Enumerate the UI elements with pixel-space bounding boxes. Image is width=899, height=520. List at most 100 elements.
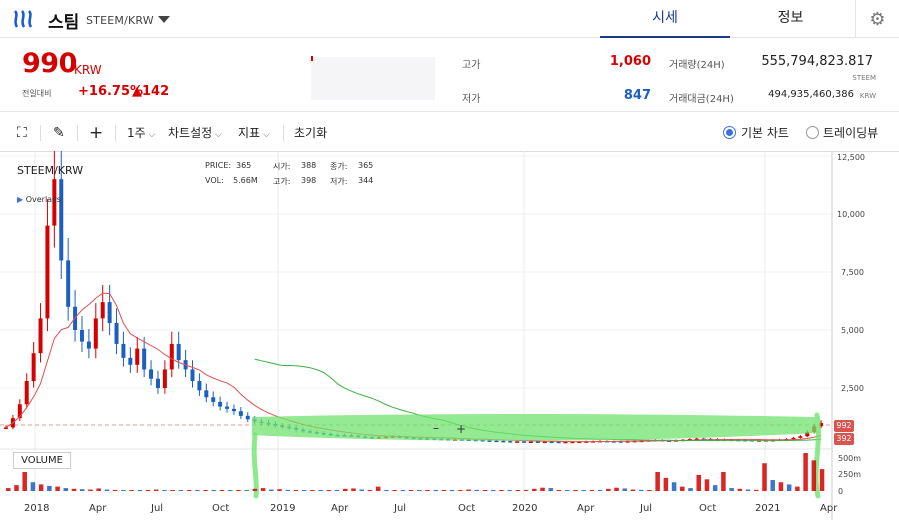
turnover-unit: KRW	[859, 92, 876, 100]
change-label: 전일대비	[22, 89, 52, 98]
volume-bar	[14, 485, 19, 491]
ohlc-close: 365	[358, 161, 374, 170]
fullscreen-icon[interactable]: ⛶	[17, 120, 27, 146]
gear-icon[interactable]: ⚙	[855, 0, 899, 38]
candle-body	[225, 406, 230, 409]
candle-body	[190, 369, 195, 382]
toolbar-divider	[77, 125, 78, 141]
x-tick-label: Jul	[151, 503, 164, 514]
overlays-toggle[interactable]: ▶ Overlays	[17, 195, 61, 204]
change-amount: ▲142	[132, 84, 170, 99]
indicators-dropdown[interactable]: 지표 ⌵	[238, 120, 270, 146]
volume-label: 거래량(24H)	[669, 60, 725, 71]
low-value: 847	[623, 88, 651, 103]
candle-body	[515, 441, 520, 443]
volume-bar	[22, 472, 27, 491]
volume-bar	[359, 489, 364, 491]
volume-bar	[688, 488, 693, 491]
volume-bar	[236, 490, 241, 491]
toolbar-divider	[283, 125, 284, 141]
candle-body	[798, 436, 803, 438]
basic-chart-radio[interactable]	[723, 126, 736, 139]
volume-bar	[540, 487, 545, 491]
chevron-down-icon: ⌵	[260, 130, 270, 140]
candle-body	[494, 440, 499, 443]
volume-bar	[285, 489, 291, 491]
plus-icon: +	[456, 422, 466, 436]
tab-info[interactable]: 정보	[728, 0, 853, 38]
tab-market[interactable]: 시세	[600, 0, 730, 38]
volume-bar	[30, 482, 36, 491]
volume-bar	[367, 489, 373, 491]
volume-bar	[712, 485, 718, 491]
basic-chart-label[interactable]: 기본 차트	[741, 120, 789, 146]
chevron-down-icon[interactable]	[158, 16, 170, 23]
candle-body	[93, 318, 98, 349]
volume-bar	[581, 490, 586, 491]
app-root: 스팀 STEEM/KRW 시세 정보 ⚙ 990 KRW 전일대비 +16.75…	[0, 0, 899, 520]
chart-settings-dropdown[interactable]: 차트설정 ⌵	[168, 120, 222, 146]
interval-dropdown[interactable]: 1주 ⌵	[127, 120, 155, 146]
interval-label: 1주	[127, 126, 146, 140]
x-tick-label: Oct	[212, 503, 230, 514]
volume-bar	[269, 489, 274, 491]
tradingview-radio[interactable]	[806, 126, 819, 139]
volume-bar	[145, 490, 151, 491]
pencil-icon[interactable]: ✎	[53, 120, 65, 146]
indicators-label: 지표	[238, 126, 261, 140]
volume-bar	[112, 489, 118, 491]
volume-bar	[433, 490, 438, 491]
candle-body	[128, 357, 133, 365]
candle-body	[563, 441, 568, 444]
candle-body	[204, 390, 209, 398]
volume-bar	[786, 484, 792, 491]
volume-bar	[499, 490, 504, 491]
volume-bar	[458, 490, 463, 491]
volume-bar	[417, 490, 422, 491]
turnover-value: 494,935,460,386	[768, 89, 854, 100]
candle-body	[245, 415, 250, 420]
volume-bar	[819, 469, 825, 491]
chart-toolbar: ⛶ ✎ + 1주 ⌵ 차트설정 ⌵ 지표 ⌵ 초기화 기본 차트 트레이딩뷰	[0, 120, 899, 146]
volume-bar	[203, 490, 208, 491]
volume-bar	[671, 482, 677, 491]
volume-bar	[778, 482, 784, 491]
price-chart[interactable]: – +	[0, 151, 899, 520]
mini-chart	[311, 57, 435, 100]
volume-bar	[474, 489, 480, 491]
y-tick-label: 7,500	[841, 268, 864, 277]
toolbar-divider	[40, 125, 41, 141]
toolbar-divider	[115, 125, 116, 141]
volume-bar	[523, 489, 529, 491]
highlight-annotation	[813, 412, 821, 499]
volume-bar	[88, 489, 93, 491]
vol-tick-label: 500m	[838, 454, 862, 463]
volume-bar	[408, 490, 414, 491]
volume-bar	[63, 488, 69, 491]
volume-bar	[638, 489, 644, 491]
candle-body	[211, 397, 216, 402]
candle-body	[45, 225, 50, 319]
volume-bar	[104, 489, 110, 491]
chart-symbol: STEEM/KRW	[17, 164, 84, 177]
candle-body	[4, 427, 8, 429]
candle-body	[66, 260, 71, 307]
ohlc-close-label: 종가:	[330, 162, 348, 171]
volume-bar	[573, 490, 578, 491]
volume-bar	[170, 490, 175, 491]
volume-bar	[606, 488, 611, 491]
volume-bar	[811, 460, 817, 491]
crosshair-icon[interactable]: +	[89, 120, 103, 146]
minus-icon: –	[433, 421, 439, 435]
volume-bar	[515, 490, 521, 491]
volume-bar	[490, 490, 496, 491]
volume-bar	[696, 474, 702, 491]
volume-bar	[721, 472, 726, 491]
candle-body	[31, 353, 36, 382]
volume-bar	[293, 490, 299, 491]
x-tick-label: Jul	[640, 503, 653, 514]
ma-price-tag: 392	[834, 433, 854, 445]
candle-body	[59, 179, 64, 261]
tradingview-label[interactable]: 트레이딩뷰	[823, 120, 878, 146]
reset-button[interactable]: 초기화	[294, 120, 327, 146]
